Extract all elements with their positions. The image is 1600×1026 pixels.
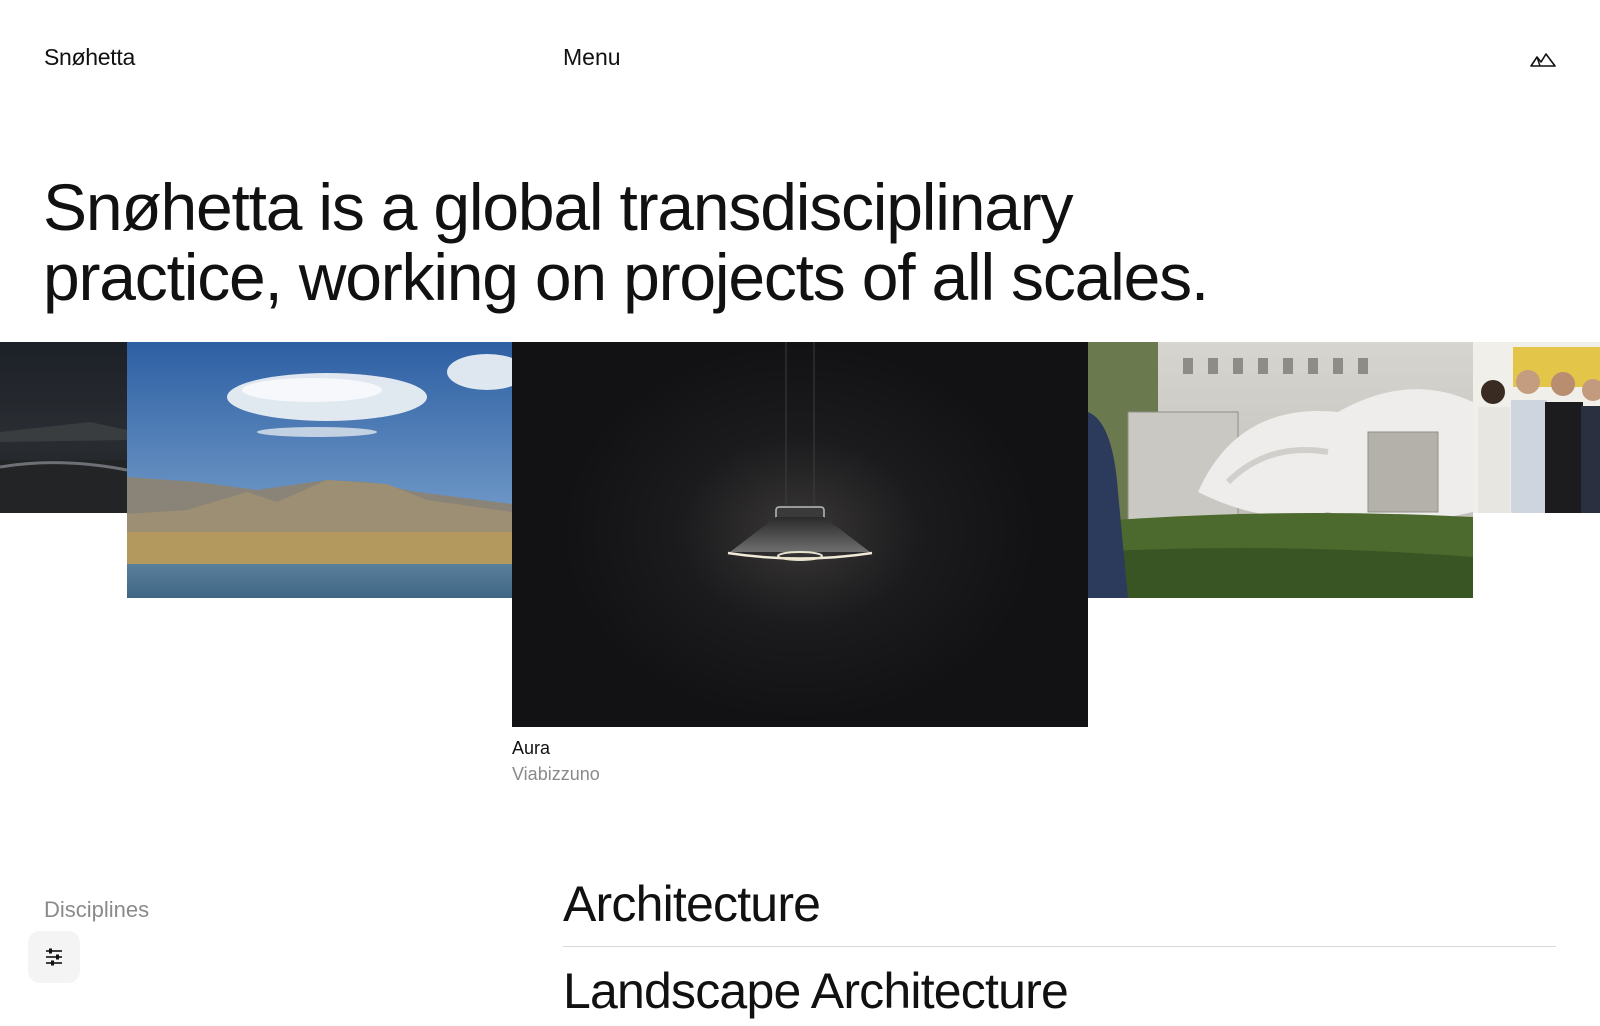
discipline-landscape-architecture[interactable]: Landscape Architecture	[563, 947, 1556, 1026]
filter-button[interactable]	[28, 931, 80, 983]
hero-line-1: Snøhetta is a global transdisciplinary	[43, 170, 1073, 244]
project-image-night-building[interactable]	[0, 342, 127, 513]
project-image-award-group[interactable]	[1473, 342, 1600, 513]
sliders-icon	[46, 948, 62, 966]
menu-button[interactable]: Menu	[563, 44, 621, 71]
project-image-mountain-lake[interactable]	[127, 342, 512, 598]
disciplines-list: Architecture Landscape Architecture	[563, 868, 1556, 1026]
active-project-subtitle: Viabizzuno	[512, 764, 600, 784]
active-project-title[interactable]: Aura	[512, 738, 550, 759]
discipline-architecture[interactable]: Architecture	[563, 868, 1556, 947]
project-image-white-pavilion[interactable]	[1088, 342, 1473, 598]
hero-heading: Snøhetta is a global transdisciplinary p…	[43, 172, 1443, 312]
hero-line-2: practice, working on projects of all sca…	[43, 240, 1209, 314]
mountain-logo-icon[interactable]	[1530, 50, 1556, 70]
disciplines-label: Disciplines	[44, 897, 150, 922]
site-logo[interactable]: Snøhetta	[44, 44, 135, 71]
project-image-aura-lamp[interactable]	[512, 342, 1088, 727]
